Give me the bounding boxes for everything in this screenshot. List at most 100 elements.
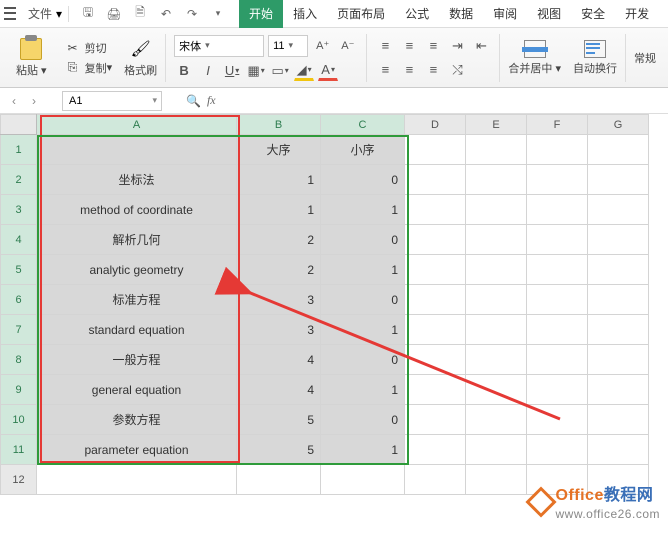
save-icon[interactable]: 🖫 bbox=[79, 5, 97, 23]
cell[interactable]: 0 bbox=[321, 285, 405, 315]
cell[interactable]: 1 bbox=[321, 375, 405, 405]
wrap-text-button[interactable]: 自动换行 bbox=[567, 36, 623, 80]
cell[interactable] bbox=[405, 435, 466, 465]
number-format-group[interactable]: 常规 bbox=[628, 46, 662, 70]
cell[interactable] bbox=[405, 285, 466, 315]
cell[interactable] bbox=[405, 315, 466, 345]
worksheet-grid[interactable]: A B C D E F G 1 大序 小序 2坐标法10 3method of … bbox=[0, 114, 668, 495]
cell[interactable] bbox=[527, 255, 588, 285]
cell[interactable] bbox=[405, 255, 466, 285]
row-header[interactable]: 10 bbox=[1, 405, 37, 435]
cell[interactable]: 3 bbox=[237, 315, 321, 345]
align-right-button[interactable]: ≡ bbox=[423, 60, 443, 80]
align-left-button[interactable]: ≡ bbox=[375, 60, 395, 80]
cell[interactable]: 解析几何 bbox=[37, 225, 237, 255]
align-mid-button[interactable]: ≡ bbox=[399, 36, 419, 56]
hamburger-icon[interactable] bbox=[4, 6, 20, 22]
tab-insert[interactable]: 插入 bbox=[283, 0, 327, 28]
cell[interactable] bbox=[527, 135, 588, 165]
tab-dev[interactable]: 开发 bbox=[615, 0, 659, 28]
cell[interactable] bbox=[405, 135, 466, 165]
paste-button[interactable]: 粘贴 ▾ bbox=[10, 34, 53, 82]
cell[interactable] bbox=[466, 315, 527, 345]
row-header[interactable]: 7 bbox=[1, 315, 37, 345]
cell[interactable] bbox=[527, 405, 588, 435]
tab-data[interactable]: 数据 bbox=[439, 0, 483, 28]
cell[interactable]: 4 bbox=[237, 345, 321, 375]
cell[interactable] bbox=[466, 195, 527, 225]
cell[interactable]: 0 bbox=[321, 165, 405, 195]
cell[interactable] bbox=[466, 165, 527, 195]
cell[interactable]: parameter equation bbox=[37, 435, 237, 465]
cell[interactable]: standard equation bbox=[37, 315, 237, 345]
cell[interactable]: 标准方程 bbox=[37, 285, 237, 315]
file-dropdown-icon[interactable]: ▾ bbox=[56, 7, 62, 21]
fx-label[interactable]: fx bbox=[207, 93, 216, 108]
cell[interactable]: 5 bbox=[237, 435, 321, 465]
cell[interactable] bbox=[527, 225, 588, 255]
qat-dropdown-icon[interactable]: ▾ bbox=[209, 5, 227, 23]
cell[interactable]: 1 bbox=[237, 165, 321, 195]
cell[interactable] bbox=[527, 285, 588, 315]
cell[interactable] bbox=[466, 375, 527, 405]
cell[interactable] bbox=[588, 225, 649, 255]
cell[interactable] bbox=[237, 465, 321, 495]
cell[interactable]: 1 bbox=[321, 195, 405, 225]
row-header[interactable]: 5 bbox=[1, 255, 37, 285]
orientation-button[interactable]: ⤭ bbox=[447, 60, 467, 80]
row-header[interactable]: 1 bbox=[1, 135, 37, 165]
cell[interactable] bbox=[466, 405, 527, 435]
col-header[interactable]: A bbox=[37, 115, 237, 135]
col-header[interactable]: B bbox=[237, 115, 321, 135]
col-header[interactable]: D bbox=[405, 115, 466, 135]
cell[interactable]: 2 bbox=[237, 255, 321, 285]
shrink-font-button[interactable]: A⁻ bbox=[337, 36, 358, 55]
italic-button[interactable]: I bbox=[198, 61, 218, 81]
indent-dec-button[interactable]: ⇤ bbox=[471, 36, 491, 56]
cell[interactable]: 1 bbox=[321, 435, 405, 465]
redo-icon[interactable]: ↷ bbox=[183, 5, 201, 23]
cell[interactable]: 5 bbox=[237, 405, 321, 435]
tab-view[interactable]: 视图 bbox=[527, 0, 571, 28]
merge-center-button[interactable]: 合并居中 ▾ bbox=[502, 36, 567, 80]
cell[interactable] bbox=[321, 465, 405, 495]
cell[interactable]: 坐标法 bbox=[37, 165, 237, 195]
cell[interactable] bbox=[466, 285, 527, 315]
cut-button[interactable]: 剪切 bbox=[65, 40, 113, 56]
cell[interactable] bbox=[405, 195, 466, 225]
cell[interactable] bbox=[588, 195, 649, 225]
align-bot-button[interactable]: ≡ bbox=[423, 36, 443, 56]
cell[interactable]: 0 bbox=[321, 405, 405, 435]
tab-layout[interactable]: 页面布局 bbox=[327, 0, 395, 28]
row-header[interactable]: 12 bbox=[1, 465, 37, 495]
cell[interactable] bbox=[527, 345, 588, 375]
copy-button[interactable]: 复制 ▾ bbox=[65, 60, 113, 76]
cell[interactable]: 1 bbox=[237, 195, 321, 225]
tab-start[interactable]: 开始 bbox=[239, 0, 283, 28]
row-header[interactable]: 6 bbox=[1, 285, 37, 315]
select-all-corner[interactable] bbox=[1, 115, 37, 135]
cell[interactable]: method of coordinate bbox=[37, 195, 237, 225]
cell[interactable] bbox=[466, 255, 527, 285]
cell[interactable]: 大序 bbox=[237, 135, 321, 165]
cell[interactable] bbox=[588, 345, 649, 375]
cell[interactable] bbox=[588, 135, 649, 165]
border-button[interactable]: ▦▾ bbox=[246, 61, 266, 81]
cell[interactable]: 4 bbox=[237, 375, 321, 405]
nav-prev-icon[interactable]: ‹ bbox=[4, 91, 24, 111]
file-menu[interactable]: 文件 bbox=[28, 5, 52, 22]
cell[interactable] bbox=[527, 165, 588, 195]
cell[interactable] bbox=[466, 225, 527, 255]
col-header[interactable]: F bbox=[527, 115, 588, 135]
print-direct-icon[interactable]: 🖨 bbox=[105, 5, 123, 23]
format-painter-button[interactable]: 格式刷 bbox=[118, 34, 163, 82]
cell[interactable]: 一般方程 bbox=[37, 345, 237, 375]
row-header[interactable]: 2 bbox=[1, 165, 37, 195]
print-preview-icon[interactable]: 🗎 bbox=[131, 5, 149, 23]
cell[interactable] bbox=[466, 435, 527, 465]
cell[interactable] bbox=[527, 315, 588, 345]
cell[interactable]: analytic geometry bbox=[37, 255, 237, 285]
cell[interactable] bbox=[405, 225, 466, 255]
row-header[interactable]: 3 bbox=[1, 195, 37, 225]
row-header[interactable]: 8 bbox=[1, 345, 37, 375]
